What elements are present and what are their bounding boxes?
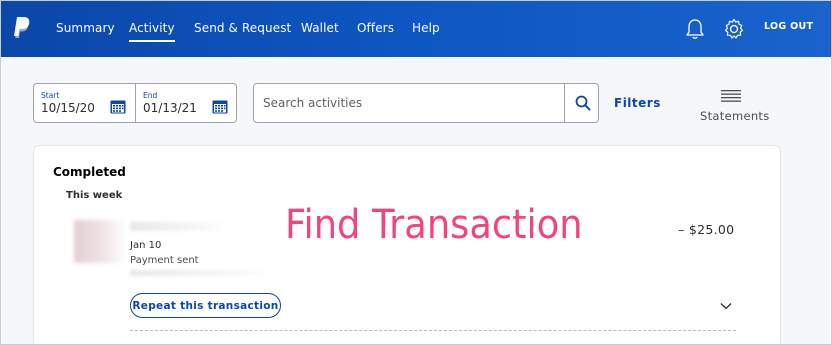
- top-navigation-bar: Summary Activity Send & Request Wallet O…: [0, 0, 832, 57]
- avatar: [74, 220, 126, 263]
- search-button[interactable]: [565, 84, 599, 122]
- start-date-label: Start: [41, 91, 60, 100]
- redacted-details: [130, 270, 276, 276]
- overlay-caption: Find Transaction: [285, 202, 583, 248]
- nav-send-request[interactable]: Send & Request: [194, 21, 291, 35]
- nav-summary[interactable]: Summary: [56, 21, 115, 35]
- paypal-logo[interactable]: [11, 16, 31, 40]
- nav-wallet[interactable]: Wallet: [301, 21, 339, 35]
- logout-button[interactable]: LOG OUT: [764, 21, 813, 32]
- start-date-field[interactable]: Start 10/15/20: [34, 84, 134, 122]
- redacted-name: [130, 222, 228, 231]
- section-title: Completed: [53, 165, 126, 179]
- statements-button[interactable]: Statements: [694, 86, 770, 124]
- start-date-value: 10/15/20: [41, 101, 95, 115]
- repeat-transaction-button[interactable]: Repeat this transaction: [130, 293, 281, 318]
- group-title: This week: [66, 190, 123, 201]
- nav-activity[interactable]: Activity: [129, 21, 175, 42]
- end-date-label: End: [143, 91, 158, 100]
- chevron-down-icon[interactable]: [720, 302, 732, 310]
- calendar-icon[interactable]: [212, 99, 228, 114]
- statements-icon: [721, 90, 741, 102]
- statements-label: Statements: [700, 109, 770, 123]
- bell-icon[interactable]: [685, 18, 705, 40]
- search-icon: [575, 95, 591, 111]
- transaction-status: Payment sent: [130, 255, 199, 266]
- gear-icon[interactable]: [722, 17, 746, 41]
- end-date-value: 01/13/21: [143, 101, 197, 115]
- transaction-date: Jan 10: [130, 240, 162, 251]
- nav-offers[interactable]: Offers: [357, 21, 394, 35]
- nav-help[interactable]: Help: [412, 21, 440, 35]
- transaction-amount: – $25.00: [678, 222, 735, 237]
- end-date-field[interactable]: End 01/13/21: [136, 84, 236, 122]
- row-divider: [130, 330, 736, 331]
- search-input[interactable]: [255, 85, 563, 121]
- search-box: [253, 83, 599, 123]
- filters-button[interactable]: Filters: [614, 96, 661, 110]
- date-range-picker: Start 10/15/20 End 01/13/21: [33, 83, 237, 123]
- calendar-icon[interactable]: [110, 99, 126, 114]
